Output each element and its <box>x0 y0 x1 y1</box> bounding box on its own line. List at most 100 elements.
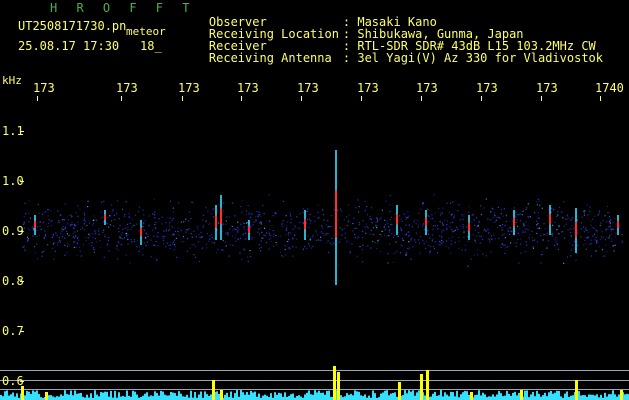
noise-dot <box>371 222 373 224</box>
noise-dot <box>124 215 126 217</box>
noise-dot <box>400 218 402 220</box>
noise-dot <box>470 221 473 223</box>
noise-dot <box>522 231 524 234</box>
activity-bar <box>170 392 172 400</box>
activity-bar <box>160 390 162 400</box>
noise-dot <box>534 212 536 214</box>
noise-dot <box>224 223 227 225</box>
noise-dot <box>610 233 612 236</box>
noise-dot <box>108 250 110 252</box>
noise-dot <box>41 251 43 253</box>
noise-dot <box>564 218 566 220</box>
activity-bar <box>530 394 532 400</box>
noise-dot <box>72 236 74 238</box>
noise-dot <box>292 255 294 257</box>
noise-dot <box>183 221 185 223</box>
noise-dot <box>496 226 499 229</box>
activity-bar <box>360 395 362 400</box>
noise-dot <box>207 240 210 242</box>
noise-dot <box>203 214 205 216</box>
noise-dot <box>131 226 133 228</box>
noise-dot <box>414 239 416 241</box>
noise-dot <box>180 240 182 243</box>
noise-dot <box>76 242 78 245</box>
noise-dot <box>420 236 422 238</box>
noise-dot <box>539 204 541 206</box>
noise-dot <box>87 206 89 208</box>
activity-bar <box>534 396 536 400</box>
noise-dot <box>390 224 392 226</box>
noise-dot <box>537 217 539 219</box>
noise-dot <box>68 214 70 217</box>
activity-bar <box>64 390 66 400</box>
activity-bar <box>180 393 182 400</box>
noise-dot <box>61 236 63 238</box>
activity-bar <box>240 390 242 400</box>
activity-bar <box>280 393 282 400</box>
noise-dot <box>439 235 441 237</box>
noise-dot <box>425 240 427 243</box>
activity-bar <box>408 390 410 400</box>
noise-dot <box>286 227 288 229</box>
noise-dot <box>375 224 377 226</box>
noise-dot <box>463 231 465 233</box>
activity-bar <box>624 394 626 400</box>
activity-bar <box>148 396 150 400</box>
noise-dot <box>374 242 376 244</box>
noise-dot <box>364 200 366 203</box>
noise-dot <box>516 213 519 216</box>
noise-dot <box>100 217 102 219</box>
noise-dot <box>86 224 88 227</box>
noise-dot <box>24 202 26 204</box>
noise-dot <box>592 235 594 237</box>
noise-dot <box>154 223 156 226</box>
noise-dot <box>217 248 219 251</box>
noise-dot <box>423 222 425 225</box>
noise-dot <box>516 219 518 221</box>
noise-dot <box>55 232 57 234</box>
noise-dot <box>169 228 171 230</box>
noise-dot <box>528 236 530 238</box>
activity-bar <box>550 390 552 400</box>
noise-dot <box>258 211 260 213</box>
noise-dot <box>431 234 434 236</box>
noise-dot <box>36 230 38 232</box>
noise-dot <box>60 232 62 234</box>
noise-dot <box>28 220 30 223</box>
noise-dot <box>621 241 623 244</box>
noise-dot <box>91 242 93 244</box>
signal-core <box>549 214 551 225</box>
noise-dot <box>486 230 488 232</box>
activity-bar <box>346 393 348 400</box>
activity-bar <box>496 394 498 400</box>
noise-dot <box>515 216 517 218</box>
x-tick-label: 173 <box>116 81 138 95</box>
noise-dot <box>251 237 253 239</box>
activity-bar <box>362 396 364 400</box>
noise-dot <box>599 224 601 226</box>
noise-dot <box>517 232 519 234</box>
noise-dot <box>198 234 200 236</box>
noise-dot <box>240 206 242 208</box>
noise-dot <box>503 233 505 235</box>
noise-dot <box>461 214 463 216</box>
noise-dot <box>302 208 305 210</box>
noise-dot <box>36 221 38 223</box>
noise-dot <box>570 235 572 237</box>
activity-bar <box>536 390 538 400</box>
activity-bar <box>548 392 550 400</box>
noise-dot <box>309 223 311 225</box>
noise-dot <box>528 229 530 231</box>
noise-dot <box>466 230 469 232</box>
activity-bar <box>56 396 58 400</box>
noise-dot <box>372 240 374 243</box>
noise-dot <box>358 211 360 213</box>
activity-bar <box>264 394 266 400</box>
noise-dot <box>581 216 583 218</box>
noise-dot <box>264 235 266 237</box>
noise-dot <box>163 236 165 238</box>
activity-bar <box>104 391 106 400</box>
noise-dot <box>373 234 375 236</box>
noise-dot <box>552 235 554 237</box>
noise-dot <box>58 221 60 223</box>
